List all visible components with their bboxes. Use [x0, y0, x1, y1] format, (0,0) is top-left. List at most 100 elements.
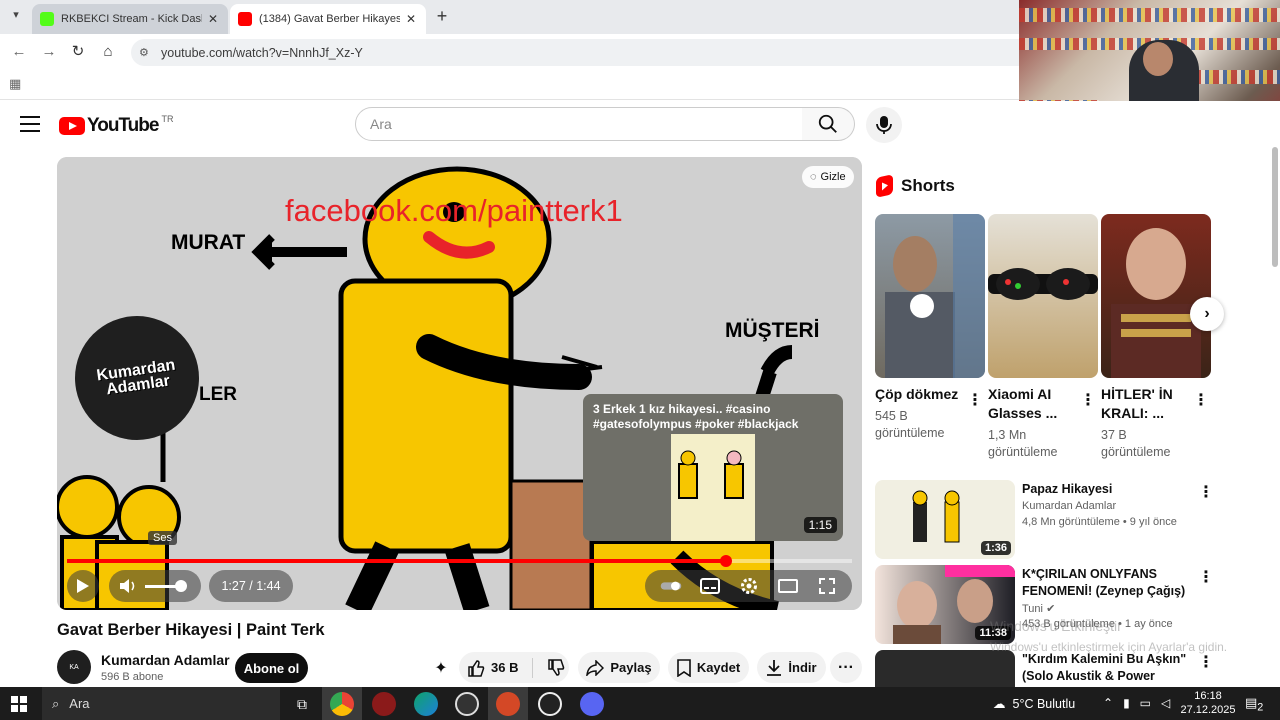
short-thumbnail[interactable] [988, 214, 1098, 378]
volume-icon[interactable] [119, 578, 137, 594]
channel-name[interactable]: Kumardan Adamlar [101, 652, 230, 668]
subscribe-button[interactable]: Abone ol [235, 653, 308, 683]
more-vertical-icon[interactable]: ⋮ [1198, 652, 1214, 672]
tab-title: (1384) Gavat Berber Hikayesi | Paint Ter… [259, 13, 400, 25]
more-vertical-icon[interactable]: ⋮ [1198, 482, 1214, 502]
volume-control[interactable] [109, 570, 201, 602]
short-title[interactable]: HİTLER' İN KRALI: ... [1101, 385, 1189, 423]
like-button[interactable]: 36 B [467, 659, 518, 677]
chrome-icon[interactable] [330, 692, 354, 716]
chevron-up-icon[interactable]: ⌃ [1103, 696, 1113, 710]
site-info-icon[interactable]: ⚙ [139, 46, 155, 59]
taskbar-search[interactable]: ⌕ Ara [42, 687, 280, 720]
hide-label: Gizle [820, 171, 846, 183]
task-view-icon[interactable]: ⧉ [290, 692, 314, 716]
share-label: Paylaş [610, 660, 652, 675]
related-video[interactable]: 1:36 Papaz Hikayesi Kumardan Adamlar 4,8… [875, 480, 1215, 560]
short-item[interactable]: Çöp dökmez 545 B görüntüleme ⋮ [875, 214, 985, 442]
related-channel[interactable]: Tuni ✔ [1022, 602, 1055, 615]
notification-icon[interactable]: ▤2 [1245, 695, 1263, 714]
voice-search-button[interactable] [866, 107, 902, 143]
forward-arrow-icon[interactable]: → [39, 42, 59, 62]
search-box[interactable] [355, 107, 803, 141]
endcard-video[interactable]: 3 Erkek 1 kız hikayesi.. #casino #gateso… [583, 394, 843, 541]
new-tab-plus-icon[interactable]: + [432, 7, 452, 27]
windows-start-icon[interactable] [11, 696, 27, 712]
hide-watermark-button[interactable]: ◌ Gizle [802, 166, 854, 188]
related-title[interactable]: Papaz Hikayesi [1022, 481, 1192, 498]
theater-mode-icon[interactable] [777, 575, 799, 597]
search-button[interactable] [802, 107, 855, 141]
short-thumbnail[interactable] [875, 214, 985, 378]
sparkle-icon[interactable]: ✦ [430, 658, 452, 680]
more-actions-icon[interactable]: ··· [830, 652, 862, 683]
related-video[interactable]: "Kırdım Kalemini Bu Aşkın" (Solo Akustik… [875, 650, 1215, 687]
download-label: İndir [788, 660, 817, 675]
logo-text: YouTube [87, 115, 159, 136]
more-vertical-icon[interactable]: ⋮ [1193, 390, 1209, 410]
activation-watermark-title: Windows'u Etkinleştir [990, 618, 1122, 634]
app-orange-icon[interactable] [496, 692, 520, 716]
more-vertical-icon[interactable]: ⋮ [1198, 567, 1214, 587]
address-bar[interactable]: ⚙ youtube.com/watch?v=NnnhJf_Xz-Y [131, 39, 1031, 66]
fullscreen-icon[interactable] [816, 575, 838, 597]
app-red-icon[interactable] [372, 692, 396, 716]
channel-avatar[interactable]: KA [57, 650, 91, 684]
save-button[interactable]: Kaydet [668, 652, 749, 683]
edge-icon[interactable] [414, 692, 438, 716]
download-button[interactable]: İndir [757, 652, 826, 683]
tab-youtube-video[interactable]: (1384) Gavat Berber Hikayesi | Paint Ter… [230, 4, 426, 34]
short-item[interactable]: HİTLER' İN KRALI: ... 37 B görüntüleme ⋮ [1101, 214, 1211, 461]
obs-icon[interactable] [538, 692, 562, 716]
apps-grid-icon[interactable]: ▦ [9, 76, 23, 91]
share-button[interactable]: Paylaş [578, 652, 660, 683]
scrollbar-thumb[interactable] [1272, 147, 1278, 267]
autoplay-toggle-icon[interactable] [660, 575, 682, 597]
weather-widget[interactable]: ☁ 5°C Bulutlu [993, 696, 1075, 712]
progress-bar[interactable] [67, 555, 852, 567]
related-thumbnail[interactable]: 1:36 [875, 480, 1015, 559]
volume-slider-knob[interactable] [175, 579, 187, 592]
play-button[interactable] [67, 570, 99, 602]
endcard-title: 3 Erkek 1 kız hikayesi.. #casino #gateso… [593, 402, 799, 431]
page-scrollbar[interactable] [1270, 147, 1280, 687]
overlay-ler-text: LER [199, 384, 237, 405]
youtube-header: YouTube TR [0, 101, 1280, 147]
youtube-logo[interactable]: YouTube TR [59, 114, 173, 137]
more-vertical-icon[interactable]: ⋮ [967, 390, 983, 410]
clock[interactable]: 16:18 27.12.2025 [1180, 689, 1236, 717]
search-input[interactable] [370, 116, 802, 132]
speaker-icon[interactable]: ◁ [1161, 696, 1170, 710]
settings-gear-icon[interactable] [738, 575, 760, 597]
related-channel[interactable]: Kumardan Adamlar [1022, 500, 1116, 512]
thumbs-down-icon[interactable] [547, 658, 565, 677]
search-icon [818, 114, 837, 133]
subtitles-icon[interactable] [699, 575, 721, 597]
short-title[interactable]: Çöp dökmez [875, 385, 963, 404]
volume-tooltip: Ses [148, 531, 177, 545]
tab-kick-dashboard[interactable]: RKBEKCI Stream - Kick Dashboard ✕ [32, 4, 228, 34]
tab-search-icon[interactable]: ▾ [6, 8, 26, 26]
related-thumbnail[interactable] [875, 650, 1015, 687]
search-icon: ⌕ [52, 695, 60, 711]
microphone-tray-icon[interactable]: ▮ [1123, 696, 1130, 710]
app-blue-icon[interactable] [580, 692, 604, 716]
back-arrow-icon[interactable]: ← [9, 42, 29, 62]
home-icon[interactable]: ⌂ [98, 42, 118, 62]
battery-icon[interactable]: ▭ [1140, 696, 1151, 710]
related-title[interactable]: K*ÇIRILAN ONLYFANS FENOMENİ! (Zeynep Çağ… [1022, 566, 1192, 600]
short-title[interactable]: Xiaomi AI Glasses ... [988, 385, 1076, 423]
related-title[interactable]: "Kırdım Kalemini Bu Aşkın" (Solo Akustik… [1022, 651, 1192, 687]
video-player[interactable]: facebook.com/paintterk1 MURAT MÜŞTERİ LE… [57, 157, 862, 610]
close-icon[interactable]: ✕ [404, 12, 418, 26]
volume-slider[interactable] [145, 579, 187, 592]
app-circle-icon[interactable] [455, 692, 479, 716]
short-thumbnail[interactable] [1101, 214, 1211, 378]
close-icon[interactable]: ✕ [206, 12, 220, 26]
reload-icon[interactable]: ↻ [68, 42, 88, 62]
chevron-right-icon[interactable]: › [1190, 297, 1224, 331]
short-item[interactable]: Xiaomi AI Glasses ... 1,3 Mn görüntüleme… [988, 214, 1098, 461]
more-vertical-icon[interactable]: ⋮ [1080, 390, 1096, 410]
channel-watermark[interactable]: Kumardan Adamlar [75, 316, 199, 440]
menu-hamburger-icon[interactable] [20, 116, 40, 132]
